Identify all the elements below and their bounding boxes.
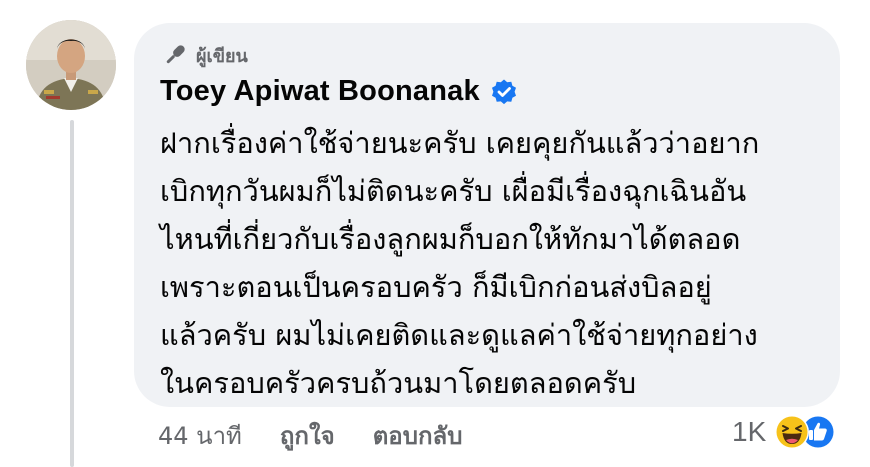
comment-actions: 44 นาที ถูกใจ ตอบกลับ [158, 416, 462, 455]
comment-line: ในครอบครัวครบถ้วนมาโดยตลอดครับ [160, 366, 637, 400]
comment-line: แล้วครับ ผมไม่เคยติดและดูแลค่าใช้จ่ายทุก… [160, 318, 758, 352]
avatar-photo [26, 20, 116, 110]
comment-line: ฝากเรื่องค่าใช้จ่ายนะครับ เคยคุยกันแล้วว… [160, 126, 760, 160]
microphone-icon [166, 45, 185, 64]
reaction-icons [774, 412, 836, 452]
haha-icon [775, 415, 810, 449]
author-badge: ผู้เขียน [160, 40, 248, 70]
comment-bubble: ผู้เขียน Toey Apiwat Boonanak ฝากเรื่องค… [134, 23, 840, 407]
reaction-count: 1K [732, 416, 767, 447]
thread-line [70, 120, 74, 467]
reactions-summary[interactable]: 1K [732, 412, 836, 452]
comment-line: เพราะตอนเป็นครอบครัว ก็มีเบิกก่อนส่งบิลอ… [160, 270, 712, 304]
verified-badge-icon [491, 79, 516, 104]
comment-line: เบิกทุกวันผมก็ไม่ติดนะครับ เผื่อมีเรื่อง… [160, 174, 747, 208]
reply-button[interactable]: ตอบกลับ [373, 416, 463, 455]
comment-thread: ผู้เขียน Toey Apiwat Boonanak ฝากเรื่องค… [0, 0, 870, 467]
avatar[interactable] [26, 20, 116, 110]
timestamp-link[interactable]: 44 นาที [158, 416, 242, 455]
author-name[interactable]: Toey Apiwat Boonanak [160, 75, 480, 108]
author-row: Toey Apiwat Boonanak [160, 75, 518, 108]
comment-line: ไหนที่เกี่ยวกับเรื่องลูกผมก็บอกให้ทักมาไ… [160, 222, 741, 256]
like-button[interactable]: ถูกใจ [280, 416, 335, 455]
author-badge-label: ผู้เขียน [196, 45, 248, 67]
comment-text: ฝากเรื่องค่าใช้จ่ายนะครับ เคยคุยกันแล้วว… [160, 119, 830, 407]
